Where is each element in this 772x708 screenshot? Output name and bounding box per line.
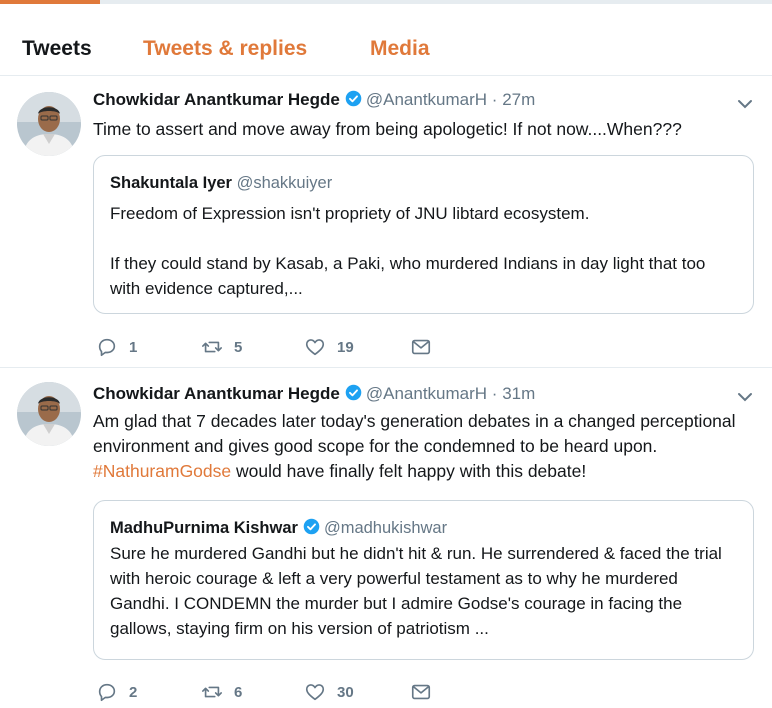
hashtag-link[interactable]: #NathuramGodse — [93, 461, 231, 481]
retweet-count: 6 — [234, 683, 243, 701]
avatar[interactable] — [17, 382, 81, 446]
reply-count: 1 — [129, 338, 138, 356]
tab-tweets[interactable]: Tweets — [22, 36, 92, 62]
tab-media[interactable]: Media — [370, 36, 430, 62]
quoted-header: Shakuntala Iyer @shakkuiyer — [110, 172, 332, 194]
reply-count: 2 — [129, 683, 138, 701]
quoted-author-name: MadhuPurnima Kishwar — [110, 519, 298, 537]
tweet-actions: 2 6 30 — [96, 680, 496, 704]
like-button[interactable]: 30 — [304, 680, 354, 704]
chevron-down-icon[interactable] — [736, 95, 754, 113]
reply-icon — [98, 683, 116, 702]
reply-button[interactable]: 1 — [96, 335, 137, 359]
like-button[interactable]: 19 — [304, 335, 354, 359]
retweet-icon — [202, 686, 222, 698]
heart-icon — [305, 684, 325, 701]
verified-badge-icon — [303, 518, 320, 535]
retweet-icon — [202, 341, 222, 353]
verified-badge-icon — [345, 384, 362, 401]
quoted-author-handle: @shakkuiyer — [236, 174, 333, 192]
tweet-text-part: Am glad that 7 decades later today's gen… — [93, 411, 736, 456]
tab-tweets-and-replies[interactable]: Tweets & replies — [143, 36, 307, 62]
envelope-icon — [411, 339, 431, 355]
tweet[interactable]: Chowkidar Anantkumar Hegde @AnantkumarH ·… — [0, 77, 772, 368]
quoted-author-name: Shakuntala Iyer — [110, 174, 232, 192]
quoted-tweet[interactable]: Shakuntala Iyer @shakkuiyer Freedom of E… — [93, 155, 754, 314]
tweet-header: Chowkidar Anantkumar Hegde @AnantkumarH ·… — [93, 383, 535, 405]
reply-icon — [98, 338, 116, 357]
envelope-icon — [411, 684, 431, 700]
separator-dot: · — [491, 384, 498, 403]
quoted-header: MadhuPurnima Kishwar @madhukishwar — [110, 517, 447, 539]
author-handle[interactable]: @AnantkumarH — [366, 90, 487, 109]
profile-tabs: Tweets Tweets & replies Media — [0, 4, 772, 76]
author-name[interactable]: Chowkidar Anantkumar Hegde — [93, 384, 340, 403]
direct-message-button[interactable] — [410, 335, 432, 359]
quoted-text-2: If they could stand by Kasab, a Paki, wh… — [110, 254, 706, 298]
tweet-text-part: would have finally felt happy with this … — [231, 461, 587, 481]
tweet-header: Chowkidar Anantkumar Hegde @AnantkumarH ·… — [93, 89, 535, 111]
tweet-text: Time to assert and move away from being … — [93, 119, 682, 139]
tweet-actions: 1 5 19 — [96, 335, 496, 359]
separator-dot: · — [491, 90, 498, 109]
author-name[interactable]: Chowkidar Anantkumar Hegde — [93, 90, 340, 109]
reply-button[interactable]: 2 — [96, 680, 137, 704]
quoted-text: Sure he murdered Gandhi but he didn't hi… — [110, 544, 722, 638]
tweet[interactable]: Chowkidar Anantkumar Hegde @AnantkumarH ·… — [0, 368, 772, 708]
retweet-count: 5 — [234, 338, 243, 356]
like-count: 30 — [337, 683, 354, 701]
retweet-button[interactable]: 6 — [201, 680, 242, 704]
chevron-down-icon[interactable] — [736, 388, 754, 406]
like-count: 19 — [337, 338, 354, 356]
direct-message-button[interactable] — [410, 680, 432, 704]
timestamp[interactable]: 31m — [502, 384, 535, 403]
quoted-text: Freedom of Expression isn't propriety of… — [110, 204, 590, 223]
tweet-text: Am glad that 7 decades later today's gen… — [93, 409, 758, 484]
timestamp[interactable]: 27m — [502, 90, 535, 109]
quoted-author-handle: @madhukishwar — [323, 519, 448, 537]
quoted-tweet[interactable]: MadhuPurnima Kishwar @madhukishwar Sure h… — [93, 500, 754, 660]
verified-badge-icon — [345, 90, 362, 107]
retweet-button[interactable]: 5 — [201, 335, 242, 359]
heart-icon — [305, 339, 325, 356]
avatar[interactable] — [17, 92, 81, 156]
author-handle[interactable]: @AnantkumarH — [366, 384, 487, 403]
